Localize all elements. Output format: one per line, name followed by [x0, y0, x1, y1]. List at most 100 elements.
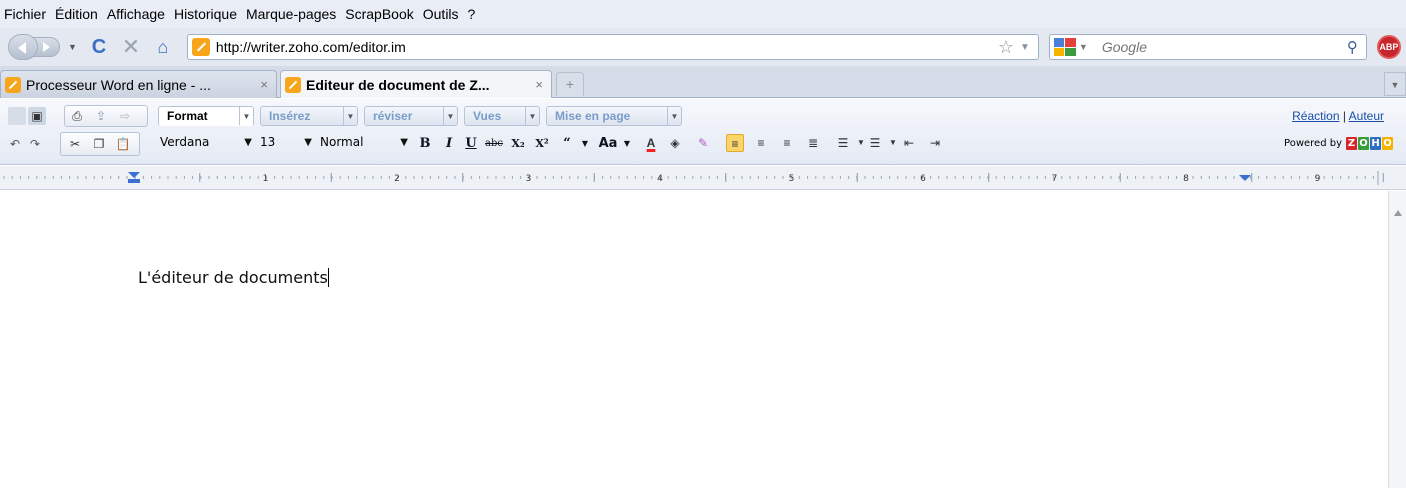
tab-editeur-document[interactable]: Editeur de document de Z... ×	[280, 70, 552, 98]
font-family-select[interactable]: Verdana ▼	[156, 132, 252, 152]
document-text-line[interactable]: L'éditeur de documents	[138, 268, 329, 287]
tab-mise-en-page[interactable]: Mise en page ▼	[546, 106, 682, 126]
reaction-link[interactable]: Réaction	[1292, 109, 1339, 123]
ruler-number: 5	[789, 174, 795, 184]
style-value: Normal	[320, 135, 364, 149]
url-text[interactable]: http://writer.zoho.com/editor.im	[216, 39, 406, 55]
increase-indent-icon[interactable]: ⇥	[926, 134, 944, 152]
print-icon[interactable]: ⎙	[68, 107, 86, 125]
close-tab-icon[interactable]: ×	[535, 77, 543, 92]
url-bar[interactable]: http://writer.zoho.com/editor.im ☆ ▼	[186, 34, 1039, 60]
tab-list-dropdown-icon[interactable]: ▼	[1384, 72, 1406, 96]
auteur-link[interactable]: Auteur	[1349, 109, 1384, 123]
url-dropdown-icon[interactable]: ▼	[1020, 42, 1030, 53]
menu-edition[interactable]: Édition	[55, 6, 98, 22]
tab-vues-label: Vues	[473, 109, 502, 123]
menu-marque-pages[interactable]: Marque-pages	[246, 6, 336, 22]
chevron-down-icon[interactable]: ▼	[443, 107, 457, 125]
search-input[interactable]: Google	[1102, 39, 1147, 55]
chevron-down-icon[interactable]: ▼	[622, 132, 632, 154]
highlight-color-icon[interactable]: ◈	[666, 134, 684, 152]
tab-label: Processeur Word en ligne - ...	[26, 76, 211, 93]
search-engine-icon[interactable]	[1053, 38, 1076, 56]
tab-mise-en-page-label: Mise en page	[555, 109, 631, 123]
ruler-number: 4	[657, 174, 663, 184]
chevron-down-icon[interactable]: ▼	[525, 107, 539, 125]
change-case-button[interactable]: Aa	[594, 132, 622, 154]
style-select[interactable]: Normal ▼	[316, 132, 408, 152]
tab-format[interactable]: Format ▼	[158, 106, 254, 126]
menu-fichier[interactable]: Fichier	[4, 6, 46, 22]
close-tab-icon[interactable]: ×	[260, 77, 268, 92]
ruler-number: 1	[263, 174, 269, 184]
ruler-number: 2	[394, 174, 400, 184]
italic-button[interactable]: I	[440, 132, 458, 154]
font-size-select[interactable]: 13 ▼	[256, 132, 312, 152]
bold-button[interactable]: B	[416, 132, 434, 154]
align-left-icon[interactable]: ≡	[726, 134, 744, 152]
menu-help[interactable]: ?	[468, 6, 476, 22]
undo-icon[interactable]: ↶	[6, 135, 24, 153]
tab-vues[interactable]: Vues ▼	[464, 106, 540, 126]
document-area[interactable]: L'éditeur de documents	[0, 191, 1388, 488]
tab-reviser[interactable]: réviser ▼	[364, 106, 458, 126]
new-document-icon[interactable]	[8, 107, 26, 125]
chevron-down-icon[interactable]: ▼	[343, 107, 357, 125]
tab-reviser-label: réviser	[373, 109, 413, 123]
home-icon[interactable]: ⌂	[149, 33, 177, 61]
cut-icon[interactable]: ✂	[66, 135, 84, 153]
font-color-icon[interactable]: A	[642, 134, 660, 152]
editor-toolbar: ▣ ⎙ ⇪ ⇨ Format ▼ Insérez ▼ réviser ▼ Vue…	[0, 99, 1406, 165]
ruler-number: 9	[1315, 174, 1321, 184]
reload-icon[interactable]: C	[85, 33, 113, 61]
copy-icon[interactable]: ❐	[90, 135, 108, 153]
underline-button[interactable]: U	[462, 132, 480, 154]
stop-icon[interactable]: ✕	[117, 33, 145, 61]
share-icon[interactable]: ⇨	[116, 107, 134, 125]
paste-icon[interactable]: 📋	[114, 135, 132, 153]
scroll-up-arrow-icon[interactable]	[1394, 210, 1402, 216]
font-size-value: 13	[260, 135, 276, 149]
bullet-list-icon[interactable]: ☰	[866, 134, 884, 152]
document-text: L'éditeur de documents	[138, 268, 328, 287]
new-tab-button[interactable]: +	[556, 72, 584, 96]
decrease-indent-icon[interactable]: ⇤	[900, 134, 918, 152]
search-icon[interactable]: ⚲	[1347, 38, 1358, 56]
redo-icon[interactable]: ↷	[26, 135, 44, 153]
superscript-button[interactable]: X²	[532, 132, 552, 154]
numbered-list-icon[interactable]: ☰	[834, 134, 852, 152]
back-button[interactable]	[8, 34, 38, 60]
chevron-down-icon[interactable]: ▼	[239, 107, 253, 125]
zoho-logo: Z O H O	[1346, 137, 1393, 150]
ruler[interactable]: 1 2 3 4 5 6 7 8 9	[0, 166, 1406, 190]
tab-bar: Processeur Word en ligne - ... × Editeur…	[0, 66, 1406, 98]
chevron-down-icon[interactable]: ▼	[580, 132, 590, 154]
quote-button[interactable]: “	[556, 132, 578, 154]
menu-outils[interactable]: Outils	[423, 6, 459, 22]
adblock-icon[interactable]: ABP	[1376, 35, 1401, 59]
tab-processeur-word[interactable]: Processeur Word en ligne - ... ×	[0, 70, 277, 98]
menu-scrapbook[interactable]: ScrapBook	[345, 6, 413, 22]
tab-inserez[interactable]: Insérez ▼	[260, 106, 358, 126]
menu-affichage[interactable]: Affichage	[107, 6, 165, 22]
vertical-scrollbar[interactable]	[1388, 191, 1406, 488]
chevron-down-icon[interactable]: ▼	[667, 107, 681, 125]
chevron-down-icon: ▼	[400, 136, 408, 148]
align-right-icon[interactable]: ≡	[778, 134, 796, 152]
tab-favicon-icon	[285, 76, 301, 93]
menu-historique[interactable]: Historique	[174, 6, 237, 22]
clear-format-icon[interactable]: ✎	[694, 134, 712, 152]
align-justify-icon[interactable]: ≣	[804, 134, 822, 152]
font-family-value: Verdana	[160, 135, 210, 149]
search-engine-dropdown-icon[interactable]: ▼	[1079, 42, 1088, 52]
ruler-number: 3	[526, 174, 532, 184]
align-center-icon[interactable]: ≡	[752, 134, 770, 152]
history-dropdown-icon[interactable]: ▼	[68, 42, 77, 52]
bookmark-star-icon[interactable]: ☆	[998, 37, 1014, 58]
subscript-button[interactable]: X₂	[508, 132, 528, 154]
ruler-ticks: 1 2 3 4 5 6 7 8 9	[3, 171, 1384, 185]
strikethrough-button[interactable]: abc	[482, 132, 506, 154]
export-icon[interactable]: ⇪	[92, 107, 110, 125]
save-icon[interactable]: ▣	[28, 107, 46, 125]
search-bar[interactable]: ▼ Google ⚲	[1048, 34, 1367, 60]
